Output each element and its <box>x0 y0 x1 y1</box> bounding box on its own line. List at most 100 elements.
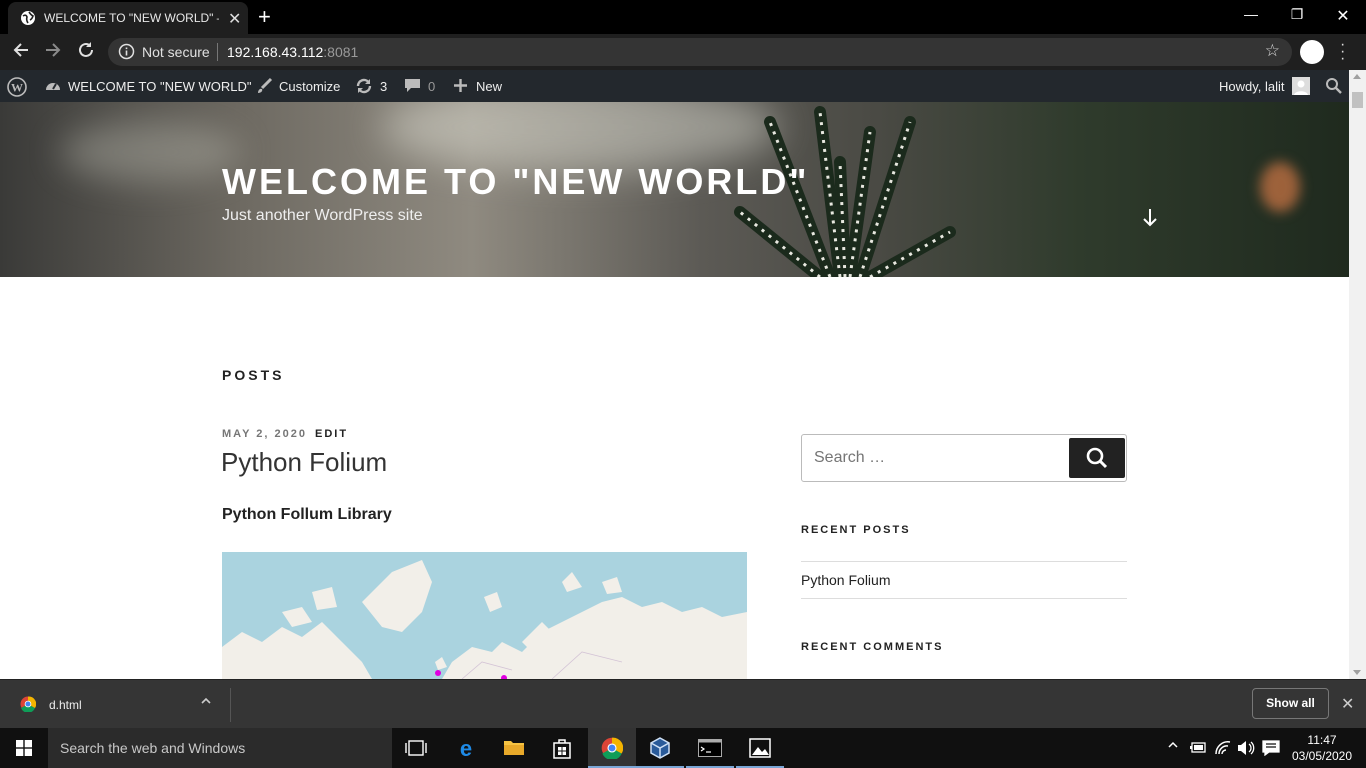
new-tab-icon[interactable]: + <box>258 4 271 30</box>
browser-tab-strip: WELCOME TO "NEW WORLD" – J ✕ + — ❐ ✕ <box>0 0 1366 34</box>
header-image-highlight <box>60 122 240 182</box>
store-bag-icon <box>553 739 571 759</box>
back-icon[interactable] <box>12 41 30 64</box>
globe-icon <box>20 10 36 29</box>
clock-time: 11:47 <box>1307 733 1337 747</box>
window-close-icon[interactable]: ✕ <box>1331 6 1355 26</box>
address-bar[interactable]: Not secure 192.168.43.112:8081 ☆ <box>108 38 1292 66</box>
header-image-flower <box>1260 162 1300 212</box>
divider <box>801 598 1127 599</box>
page-heading: POSTS <box>222 367 285 383</box>
minimize-icon[interactable]: — <box>1239 6 1263 22</box>
profile-avatar-icon[interactable] <box>1300 40 1324 64</box>
recent-posts-heading: RECENT POSTS <box>801 524 911 536</box>
admin-customize[interactable]: Customize <box>279 79 340 94</box>
url-text[interactable]: 192.168.43.112:8081 <box>227 44 358 60</box>
post-edit-link[interactable]: EDIT <box>315 428 348 440</box>
virtualbox-cube-icon <box>650 737 670 759</box>
post-meta: MAY 2, 2020 EDIT <box>222 428 348 440</box>
volume-icon[interactable] <box>1237 740 1255 759</box>
admin-howdy[interactable]: Howdy, lalit <box>1219 79 1285 94</box>
taskbar-file-explorer[interactable] <box>490 728 538 768</box>
wifi-icon[interactable] <box>1214 740 1232 759</box>
windows-taskbar: Search the web and Windows e 11:47 03/05… <box>0 728 1366 768</box>
browser-toolbar: Not secure 192.168.43.112:8081 ☆ · · · <box>0 34 1366 70</box>
browser-tab[interactable]: WELCOME TO "NEW WORLD" – J ✕ <box>8 2 248 34</box>
sidebar-search-input[interactable] <box>803 436 1068 480</box>
dashboard-icon <box>44 77 62 98</box>
windows-logo-icon <box>16 740 32 761</box>
admin-site-name[interactable]: WELCOME TO "NEW WORLD" <box>68 79 252 94</box>
map-land-shapes <box>222 560 747 679</box>
battery-icon[interactable] <box>1189 740 1207 757</box>
updates-icon <box>355 77 373 98</box>
wp-admin-bar: W WELCOME TO "NEW WORLD" Customize 3 0 N… <box>0 70 1349 102</box>
taskbar-search-placeholder: Search the web and Windows <box>60 740 246 756</box>
arrow-down-icon[interactable] <box>1140 207 1160 234</box>
taskbar-terminal[interactable] <box>686 728 734 768</box>
download-file-name[interactable]: d.html <box>49 698 82 712</box>
search-icon <box>1086 447 1108 474</box>
chrome-file-icon <box>20 696 37 717</box>
taskbar-photos[interactable] <box>736 728 784 768</box>
sidebar-search-form <box>801 434 1127 482</box>
chrome-icon <box>601 737 623 759</box>
post-title[interactable]: Python Folium <box>221 447 387 478</box>
chevron-up-icon[interactable] <box>200 695 212 710</box>
close-icon[interactable]: ✕ <box>1341 694 1354 714</box>
downloads-bar: d.html Show all ✕ <box>0 679 1366 728</box>
terminal-icon <box>698 739 722 757</box>
taskbar-edge[interactable]: e <box>442 728 490 768</box>
scrollbar-thumb[interactable] <box>1352 92 1363 108</box>
address-separator <box>217 43 218 61</box>
site-description: Just another WordPress site <box>222 207 423 224</box>
downloads-divider <box>230 688 231 722</box>
task-view-button[interactable] <box>392 728 440 768</box>
admin-updates-count[interactable]: 3 <box>380 79 387 94</box>
forward-icon[interactable] <box>44 41 62 64</box>
svg-text:e: e <box>460 737 472 759</box>
taskbar-clock[interactable]: 11:47 03/05/2020 <box>1288 732 1356 764</box>
tab-close-icon[interactable]: ✕ <box>228 9 241 29</box>
edge-icon: e <box>460 737 472 759</box>
admin-new[interactable]: New <box>476 79 502 94</box>
start-button[interactable] <box>0 728 48 768</box>
bookmark-star-icon[interactable]: ☆ <box>1265 41 1280 61</box>
admin-search-icon[interactable] <box>1325 77 1342 97</box>
reload-icon[interactable] <box>77 41 95 64</box>
url-host: 192.168.43.112 <box>227 44 324 60</box>
taskbar-store[interactable] <box>538 728 586 768</box>
taskbar-chrome[interactable] <box>588 728 636 768</box>
plus-icon <box>453 78 468 96</box>
recent-comments-heading: RECENT COMMENTS <box>801 641 944 653</box>
tray-chevron-up-icon[interactable] <box>1167 739 1179 754</box>
action-center-icon[interactable] <box>1262 740 1280 759</box>
user-avatar-icon[interactable] <box>1292 77 1310 98</box>
folium-map[interactable] <box>222 552 747 679</box>
post-date[interactable]: MAY 2, 2020 <box>222 428 307 440</box>
tab-title: WELCOME TO "NEW WORLD" – J <box>44 11 219 25</box>
browser-menu-icon[interactable]: · · · <box>1340 37 1348 67</box>
url-port: :8081 <box>323 44 359 60</box>
wordpress-logo-icon[interactable]: W <box>7 77 27 100</box>
page-scrollbar[interactable] <box>1349 70 1366 679</box>
taskbar-virtualbox[interactable] <box>636 728 684 768</box>
recent-post-link[interactable]: Python Folium <box>801 572 890 588</box>
restore-icon[interactable]: ❐ <box>1285 6 1309 23</box>
folder-icon <box>504 741 524 755</box>
security-status[interactable]: Not secure <box>142 44 210 60</box>
admin-comments-count[interactable]: 0 <box>428 79 435 94</box>
scroll-up-icon[interactable] <box>1353 74 1361 79</box>
post-subheading: Python Follum Library <box>222 506 392 523</box>
show-all-button[interactable]: Show all <box>1252 688 1329 719</box>
task-view-icon <box>405 740 427 756</box>
divider <box>801 561 1127 562</box>
customize-brush-icon <box>255 77 273 98</box>
scroll-down-icon[interactable] <box>1353 670 1361 675</box>
taskbar-search-box[interactable]: Search the web and Windows <box>48 728 392 768</box>
svg-text:W: W <box>11 81 23 95</box>
sidebar-search-button[interactable] <box>1069 438 1125 478</box>
photos-icon <box>749 738 771 758</box>
info-icon[interactable] <box>118 43 135 65</box>
site-title[interactable]: WELCOME TO "NEW WORLD" <box>222 161 809 203</box>
